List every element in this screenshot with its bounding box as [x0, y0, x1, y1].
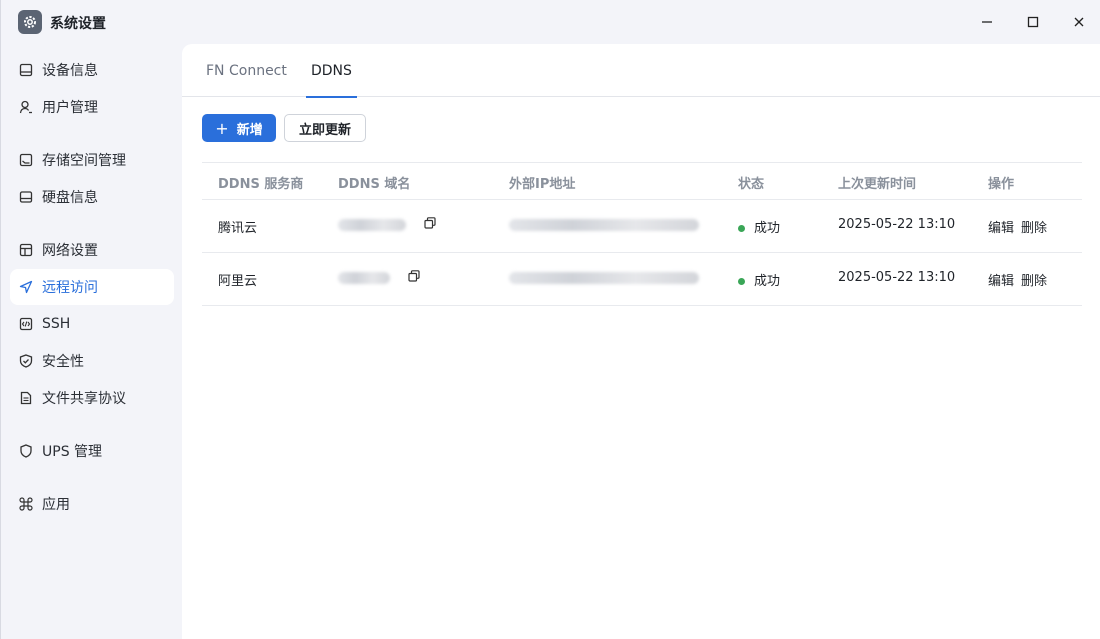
copy-icon[interactable]	[408, 270, 420, 286]
sidebar-item-label: 文件共享协议	[42, 391, 126, 407]
provider-cell: 腾讯云	[218, 221, 258, 236]
actions-cell: 编辑 删除	[988, 270, 1054, 289]
status-cell: 成功	[738, 270, 780, 289]
status-cell: 成功	[738, 217, 780, 236]
actions-cell: 编辑 删除	[988, 217, 1054, 236]
provider-cell: 阿里云	[218, 274, 258, 289]
tab-label: DDNS	[311, 62, 352, 79]
sidebar-item-device-info[interactable]: 设备信息	[10, 52, 174, 88]
sidebar-item-remote-access[interactable]: 远程访问	[10, 269, 174, 305]
sidebar-item-ups[interactable]: UPS 管理	[10, 433, 174, 469]
sidebar-item-label: UPS 管理	[42, 444, 103, 460]
status-text: 成功	[754, 274, 781, 289]
sidebar-item-label: 远程访问	[42, 280, 98, 296]
settings-window: 系统设置 设备信息 用户管理 存储空间管理 硬盘信息 网络设置 远程访问 SSH…	[0, 0, 1100, 639]
main-panel: FN Connect DDNS + 新增 立即更新 DDNS 服务商 DDNS …	[182, 44, 1100, 639]
sidebar-item-file-sharing[interactable]: 文件共享协议	[10, 380, 174, 416]
last-updated-cell: 2025-05-22 13:10	[838, 270, 956, 285]
column-header-provider: DDNS 服务商	[218, 177, 304, 192]
refresh-now-button[interactable]: 立即更新	[284, 114, 366, 142]
table-header: DDNS 服务商 DDNS 域名 外部IP地址 状态 上次更新时间 操作	[202, 162, 1082, 200]
maximize-icon	[1027, 16, 1039, 28]
storage-icon	[18, 152, 34, 168]
close-icon	[1074, 17, 1084, 27]
plus-icon: +	[215, 118, 229, 138]
external-ip-cell	[509, 217, 699, 232]
table-row: 阿里云 成功 2025-05-22 13:10 编辑 删除	[202, 253, 1082, 306]
tab-bar: FN Connect DDNS	[182, 44, 1100, 98]
sidebar-item-label: 安全性	[42, 354, 84, 370]
code-icon	[18, 316, 34, 332]
redacted-domain	[338, 219, 406, 231]
sidebar-item-user-management[interactable]: 用户管理	[10, 89, 174, 125]
sidebar-item-ssh[interactable]: SSH	[10, 306, 174, 342]
minimize-button[interactable]	[972, 8, 1002, 36]
sidebar-item-disk-info[interactable]: 硬盘信息	[10, 179, 174, 215]
domain-cell	[338, 217, 436, 233]
last-updated-cell: 2025-05-22 13:10	[838, 217, 956, 232]
gear-icon	[18, 10, 42, 34]
disk-icon	[18, 189, 34, 205]
external-ip-cell	[509, 270, 699, 285]
sidebar-item-storage[interactable]: 存储空间管理	[10, 142, 174, 178]
delete-link[interactable]: 删除	[1021, 221, 1047, 236]
refresh-button-label: 立即更新	[298, 122, 351, 138]
sidebar-item-network[interactable]: 网络设置	[10, 232, 174, 268]
delete-link[interactable]: 删除	[1021, 274, 1047, 289]
table-row: 腾讯云 成功 2025-05-22 13:10 编辑 删除	[202, 200, 1082, 253]
ddns-table: DDNS 服务商 DDNS 域名 外部IP地址 状态 上次更新时间 操作 腾讯云	[202, 162, 1082, 306]
edit-link[interactable]: 编辑	[988, 221, 1014, 236]
command-icon	[18, 496, 34, 512]
window-title: 系统设置	[50, 16, 106, 32]
tab-ddns[interactable]: DDNS	[306, 44, 357, 98]
redacted-ip	[509, 218, 699, 231]
status-text: 成功	[754, 221, 781, 236]
add-button[interactable]: + 新增	[202, 114, 276, 142]
shield-check-icon	[18, 353, 34, 369]
copy-icon[interactable]	[424, 217, 436, 233]
sidebar-item-security[interactable]: 安全性	[10, 343, 174, 379]
column-header-external-ip: 外部IP地址	[509, 177, 576, 192]
column-header-domain: DDNS 域名	[338, 177, 411, 192]
column-header-status: 状态	[738, 177, 765, 192]
status-success-dot	[738, 225, 745, 232]
sidebar-item-label: 设备信息	[42, 63, 98, 79]
shield-icon	[18, 443, 34, 459]
sidebar-item-label: 网络设置	[42, 243, 98, 259]
status-success-dot	[738, 278, 745, 285]
column-header-actions: 操作	[988, 177, 1015, 192]
sidebar-item-label: 硬盘信息	[42, 190, 98, 206]
tab-label: FN Connect	[206, 62, 287, 79]
sidebar-item-label: 应用	[42, 497, 70, 513]
sidebar-item-label: 用户管理	[42, 100, 98, 116]
network-icon	[18, 242, 34, 258]
sidebar-item-label: SSH	[42, 316, 71, 332]
sidebar-item-apps[interactable]: 应用	[10, 486, 174, 522]
add-button-label: 新增	[236, 122, 263, 138]
maximize-button[interactable]	[1018, 8, 1048, 36]
close-button[interactable]	[1064, 8, 1094, 36]
redacted-domain	[338, 272, 390, 284]
title-bar: 系统设置	[1, 0, 1100, 44]
sidebar-item-label: 存储空间管理	[42, 153, 126, 169]
sidebar: 设备信息 用户管理 存储空间管理 硬盘信息 网络设置 远程访问 SSH 安全性 …	[1, 44, 182, 639]
tab-fn-connect[interactable]: FN Connect	[206, 44, 287, 97]
device-icon	[18, 62, 34, 78]
redacted-ip	[509, 271, 699, 284]
column-header-last-updated: 上次更新时间	[838, 177, 917, 192]
user-icon	[18, 99, 34, 115]
send-icon	[18, 279, 34, 295]
minimize-icon	[982, 21, 992, 23]
file-icon	[18, 390, 34, 406]
edit-link[interactable]: 编辑	[988, 274, 1014, 289]
domain-cell	[338, 270, 420, 286]
